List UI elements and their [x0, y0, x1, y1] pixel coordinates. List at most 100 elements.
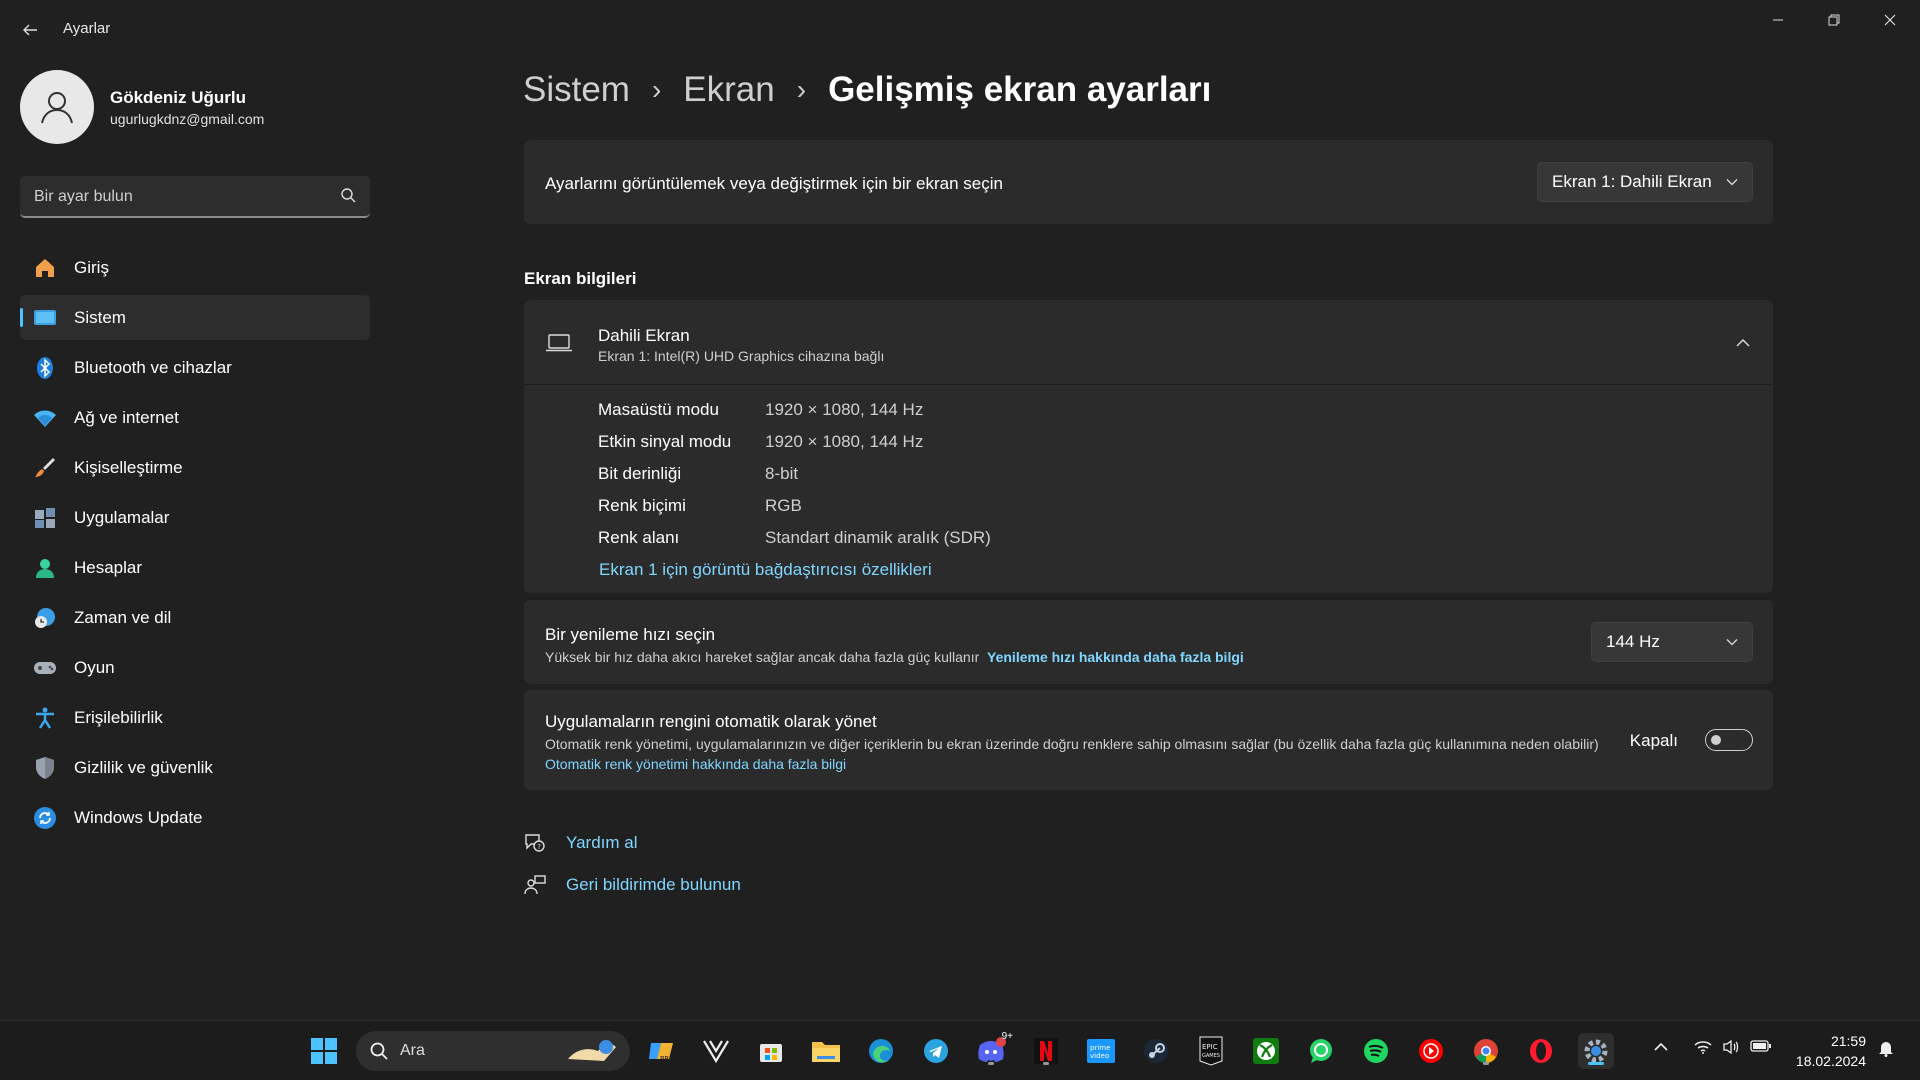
breadcrumb-display[interactable]: Ekran: [683, 70, 774, 110]
clock-globe-icon: [32, 605, 58, 631]
sidebar-item-system[interactable]: Sistem: [20, 295, 370, 340]
edge-icon[interactable]: [863, 1033, 899, 1069]
user-email: ugurlugkdnz@gmail.com: [110, 111, 265, 127]
auto-color-description-text: Otomatik renk yönetimi, uygulamalarınızı…: [545, 736, 1599, 752]
sidebar-item-windows-update[interactable]: Windows Update: [20, 795, 370, 840]
restore-button[interactable]: [1806, 0, 1862, 40]
sidebar-item-apps[interactable]: Uygulamalar: [20, 495, 370, 540]
epic-games-icon[interactable]: EPIC GAMES: [1193, 1033, 1229, 1069]
settings-search-box[interactable]: [20, 176, 370, 218]
display-dropdown[interactable]: Ekran 1: Dahili Ekran: [1537, 162, 1753, 202]
accessibility-icon: [32, 705, 58, 731]
auto-color-toggle[interactable]: [1705, 729, 1753, 751]
display-dropdown-value: Ekran 1: Dahili Ekran: [1552, 172, 1712, 191]
opera-icon[interactable]: [1523, 1033, 1559, 1069]
close-button[interactable]: [1862, 0, 1918, 40]
taskbar-search-label: Ara: [400, 1042, 425, 1059]
sidebar-item-label: Erişilebilirlik: [74, 707, 163, 727]
volume-icon[interactable]: [1722, 1039, 1740, 1058]
gamepad-icon: [32, 655, 58, 681]
sidebar-item-personalization[interactable]: Kişiselleştirme: [20, 445, 370, 490]
info-row-bit-depth: Bit derinliği 8-bit: [598, 464, 798, 484]
folder-icon[interactable]: [808, 1033, 844, 1069]
refresh-rate-dropdown[interactable]: 144 Hz: [1591, 622, 1753, 662]
display-adapter-info: Ekran 1: Intel(R) UHD Graphics cihazına …: [598, 348, 885, 364]
discord-badge: 9+: [1001, 1031, 1013, 1042]
refresh-rate-description: Yüksek bir hız daha akıcı hareket sağlar…: [545, 649, 1244, 665]
discord-icon[interactable]: 9+: [973, 1031, 1013, 1069]
display-info-header[interactable]: Dahili Ekran Ekran 1: Intel(R) UHD Graph…: [524, 300, 1773, 385]
running-indicator: [988, 1062, 994, 1065]
minimize-button[interactable]: [1750, 0, 1806, 40]
back-arrow-icon: [23, 24, 37, 36]
breadcrumb-separator: ›: [796, 74, 807, 105]
sidebar-item-time-language[interactable]: Zaman ve dil: [20, 595, 370, 640]
wifi-tray-icon[interactable]: [1694, 1039, 1712, 1058]
sidebar-item-label: Hesaplar: [74, 557, 143, 577]
get-help-link[interactable]: Yardım al: [566, 833, 638, 853]
sidebar-nav: Giriş Sistem Bluetooth ve cihazlar Ağ ve…: [20, 245, 370, 845]
svg-text:video: video: [1090, 1052, 1109, 1060]
youtube-icon[interactable]: [1413, 1033, 1449, 1069]
refresh-rate-value: 144 Hz: [1606, 632, 1660, 651]
back-button[interactable]: [14, 14, 46, 46]
search-highlight-icon: [568, 1040, 616, 1061]
spotify-icon[interactable]: [1358, 1033, 1394, 1069]
svg-text:prime: prime: [1090, 1044, 1110, 1052]
page-title: Gelişmiş ekran ayarları: [828, 70, 1212, 109]
netflix-icon[interactable]: [1028, 1033, 1064, 1069]
display-select-card: Ayarlarını görüntülemek veya değiştirmek…: [524, 140, 1773, 224]
clock-time[interactable]: 21:59: [1831, 1033, 1866, 1049]
bluetooth-icon: [32, 355, 58, 381]
adapter-properties-link[interactable]: Ekran 1 için görüntü bağdaştırıcısı özel…: [599, 560, 932, 580]
auto-color-learn-more-link[interactable]: Otomatik renk yönetimi hakkında daha faz…: [545, 756, 846, 772]
help-chat-icon: ?: [524, 832, 546, 854]
breadcrumb-separator: ›: [651, 74, 662, 105]
chrome-icon[interactable]: [1468, 1033, 1504, 1069]
sidebar-item-privacy[interactable]: Gizlilik ve güvenlik: [20, 745, 370, 790]
battery-icon[interactable]: [1750, 1039, 1772, 1056]
sidebar-item-accessibility[interactable]: Erişilebilirlik: [20, 695, 370, 740]
system-display-icon: [32, 305, 58, 331]
sidebar-item-network[interactable]: Ağ ve internet: [20, 395, 370, 440]
auto-color-description: Otomatik renk yönetimi, uygulamalarınızı…: [545, 734, 1605, 774]
sidebar-item-label: Gizlilik ve güvenlik: [74, 757, 213, 777]
copilot-icon[interactable]: PRE: [643, 1033, 679, 1069]
store-icon[interactable]: [753, 1033, 789, 1069]
collapse-button[interactable]: [1731, 330, 1755, 354]
settings-gear-icon[interactable]: [1578, 1033, 1614, 1069]
refresh-rate-description-text: Yüksek bir hız daha akıcı hareket sağlar…: [545, 649, 980, 665]
chevron-up-icon[interactable]: [1654, 1039, 1668, 1055]
windows-start-icon[interactable]: [306, 1033, 342, 1069]
breadcrumb-system[interactable]: Sistem: [523, 70, 630, 110]
avatar[interactable]: [20, 70, 94, 144]
account-icon: [32, 555, 58, 581]
taskbar-search[interactable]: Ara: [356, 1031, 630, 1071]
info-value: 1920 × 1080, 144 Hz: [765, 432, 924, 451]
sidebar-item-accounts[interactable]: Hesaplar: [20, 545, 370, 590]
whatsapp-icon[interactable]: [1303, 1033, 1339, 1069]
sidebar-item-label: Uygulamalar: [74, 507, 170, 527]
apps-icon: [32, 505, 58, 531]
person-icon: [41, 92, 73, 124]
feedback-row: Geri bildirimde bulunun: [524, 874, 741, 896]
info-value: Standart dinamik aralık (SDR): [765, 528, 991, 547]
search-input[interactable]: [32, 176, 336, 218]
info-label: Bit derinliği: [598, 464, 682, 483]
notification-bell-icon[interactable]: [1878, 1039, 1894, 1060]
update-icon: [32, 805, 58, 831]
sidebar-item-bluetooth[interactable]: Bluetooth ve cihazlar: [20, 345, 370, 390]
feedback-link[interactable]: Geri bildirimde bulunun: [566, 875, 741, 895]
clock-date[interactable]: 18.02.2024: [1796, 1053, 1866, 1069]
search-icon: [370, 1042, 388, 1060]
steam-icon[interactable]: [1138, 1033, 1174, 1069]
refresh-rate-learn-more-link[interactable]: Yenileme hızı hakkında daha fazla bilgi: [987, 649, 1244, 665]
search-icon[interactable]: [340, 187, 356, 203]
sidebar-item-gaming[interactable]: Oyun: [20, 645, 370, 690]
vivaldi-icon[interactable]: [698, 1033, 734, 1069]
prime-video-icon[interactable]: prime video: [1083, 1033, 1119, 1069]
telegram-icon[interactable]: [918, 1033, 954, 1069]
sidebar-item-home[interactable]: Giriş: [20, 245, 370, 290]
xbox-icon[interactable]: [1248, 1033, 1284, 1069]
sidebar-item-label: Ağ ve internet: [74, 407, 179, 427]
